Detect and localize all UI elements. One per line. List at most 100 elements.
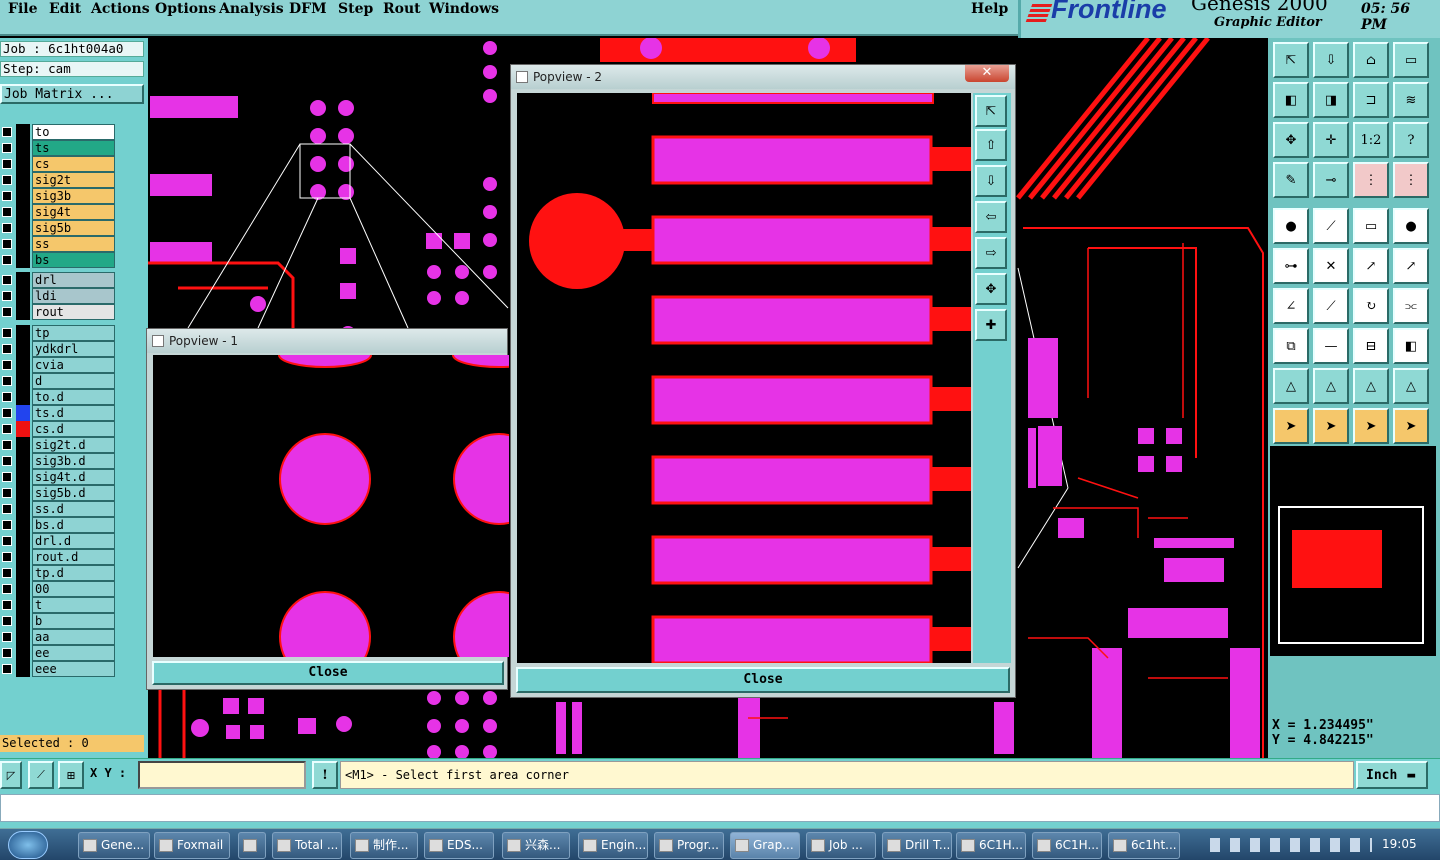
layer-checkbox[interactable]	[2, 255, 12, 265]
layer-checkbox[interactable]	[2, 440, 12, 450]
open-step-icon[interactable]: ⇱	[1273, 42, 1309, 78]
taskbar-button[interactable]: 6C1H...	[1032, 832, 1102, 859]
pan-right-icon[interactable]: ⇨	[975, 237, 1007, 269]
layer-row[interactable]: sig3b	[0, 188, 118, 204]
layer-name[interactable]: 00	[32, 581, 115, 597]
triangle-a-icon[interactable]: △	[1313, 368, 1349, 404]
pan-down-icon[interactable]: ⇩	[975, 165, 1007, 197]
route-alt-icon[interactable]: ⋮	[1393, 162, 1429, 198]
layer-checkbox[interactable]	[2, 664, 12, 674]
layer-name[interactable]: cs.d	[32, 421, 115, 437]
units-selector[interactable]: Inch ▬	[1356, 761, 1428, 789]
taskbar-button[interactable]: Gene...	[78, 832, 150, 859]
layer-row[interactable]: sig4t.d	[0, 469, 118, 485]
layer-row[interactable]: sig4t	[0, 204, 118, 220]
popview-2-titlebar[interactable]: Popview - 2	[511, 65, 1015, 89]
scale-icon[interactable]: 1:2	[1353, 122, 1389, 158]
layer-checkbox[interactable]	[2, 648, 12, 658]
layer-row[interactable]: ts	[0, 140, 118, 156]
layer-checkbox[interactable]	[2, 552, 12, 562]
layer-name[interactable]: t	[32, 597, 115, 613]
taskbar-button[interactable]: EDS...	[424, 832, 494, 859]
menu-rout[interactable]: Rout	[383, 1, 421, 17]
menu-windows[interactable]: Windows	[429, 1, 499, 17]
fit-icon[interactable]: ✥	[1273, 122, 1309, 158]
menu-step[interactable]: Step	[338, 1, 373, 17]
layer-row[interactable]: sig5b	[0, 220, 118, 236]
layer-name[interactable]: cs	[32, 156, 115, 172]
taskbar-button[interactable]: 6C1H...	[956, 832, 1026, 859]
triangle-c-icon[interactable]: △	[1393, 368, 1429, 404]
layer-checkbox[interactable]	[2, 143, 12, 153]
layer-checkbox[interactable]	[2, 520, 12, 530]
layer-row[interactable]: ee	[0, 645, 118, 661]
layer-checkbox[interactable]	[2, 392, 12, 402]
arrow-icon[interactable]: ↗	[1353, 248, 1389, 284]
window-close-icon[interactable]: ✕	[965, 65, 1009, 82]
xy-input[interactable]	[138, 761, 306, 789]
layer-row[interactable]: t	[0, 597, 118, 613]
layer-name[interactable]: ts.d	[32, 405, 115, 421]
taskbar-button[interactable]: Drill T...	[882, 832, 952, 859]
measure-icon[interactable]: ⟋	[28, 761, 54, 789]
pad-icon[interactable]: ●	[1273, 208, 1309, 244]
connect-icon[interactable]: ⊶	[1273, 248, 1309, 284]
layer-name[interactable]: ee	[32, 645, 115, 661]
line-icon[interactable]: ⟋	[1313, 208, 1349, 244]
taskbar-button[interactable]: 6c1ht...	[1108, 832, 1180, 859]
layer-name[interactable]: tp	[32, 325, 115, 341]
menu-options[interactable]: Options	[155, 1, 216, 17]
mirror-icon[interactable]: ⫗	[1393, 288, 1429, 324]
group-icon[interactable]: ◧	[1393, 328, 1429, 364]
zoom-in-icon[interactable]: ✚	[975, 309, 1007, 341]
layer-checkbox[interactable]	[2, 291, 12, 301]
menu-help[interactable]: Help	[971, 1, 1008, 17]
menu-actions[interactable]: Actions	[91, 1, 150, 17]
palette-icon[interactable]: ✎	[1273, 162, 1309, 198]
layer-row[interactable]: sig2t.d	[0, 437, 118, 453]
layer-name[interactable]: bs	[32, 252, 115, 268]
edit-line-icon[interactable]: ∠	[1273, 288, 1309, 324]
pointer-box-icon[interactable]: ➤	[1313, 408, 1349, 444]
overview-map[interactable]	[1278, 506, 1424, 644]
layer-row[interactable]: tp.d	[0, 565, 118, 581]
layer-checkbox[interactable]	[2, 408, 12, 418]
rotate-icon[interactable]: ↻	[1353, 288, 1389, 324]
layer-row[interactable]: d	[0, 373, 118, 389]
layer-checkbox[interactable]	[2, 584, 12, 594]
layer-checkbox[interactable]	[2, 239, 12, 249]
layer-name[interactable]: ldi	[32, 288, 115, 304]
triangle-b-icon[interactable]: △	[1353, 368, 1389, 404]
layer-checkbox[interactable]	[2, 360, 12, 370]
popview-2-close-button[interactable]: Close	[516, 667, 1010, 693]
layer-name[interactable]: drl	[32, 272, 115, 288]
panel-icon[interactable]: ⊐	[1353, 82, 1389, 118]
layer-row[interactable]: to	[0, 124, 118, 140]
layer-name[interactable]: bs.d	[32, 517, 115, 533]
pointer-multi-icon[interactable]: ➤	[1393, 408, 1429, 444]
layer-row[interactable]: sig3b.d	[0, 453, 118, 469]
layer-name[interactable]: ts	[32, 140, 115, 156]
layer-row[interactable]: drl	[0, 272, 118, 288]
layer-checkbox[interactable]	[2, 307, 12, 317]
layer-row[interactable]: b	[0, 613, 118, 629]
layer-checkbox[interactable]	[2, 376, 12, 386]
taskbar-button[interactable]: Engin...	[578, 832, 648, 859]
layer-name[interactable]: eee	[32, 661, 115, 677]
route-icon[interactable]: ⋮	[1353, 162, 1389, 198]
layer-row[interactable]: drl.d	[0, 533, 118, 549]
layer-row[interactable]: ss.d	[0, 501, 118, 517]
layer-row[interactable]: to.d	[0, 389, 118, 405]
menu-edit[interactable]: Edit	[49, 1, 81, 17]
layer-row[interactable]: cs.d	[0, 421, 118, 437]
layer-name[interactable]: aa	[32, 629, 115, 645]
layer-row[interactable]: 00	[0, 581, 118, 597]
layer-row[interactable]: cs	[0, 156, 118, 172]
alert-icon[interactable]: !	[312, 761, 338, 789]
layer-checkbox[interactable]	[2, 632, 12, 642]
popview-2-canvas[interactable]	[517, 93, 971, 663]
layer-name[interactable]: ss.d	[32, 501, 115, 517]
minus-icon[interactable]: —	[1313, 328, 1349, 364]
layer-name[interactable]: sig4t.d	[32, 469, 115, 485]
popview-1-close-button[interactable]: Close	[152, 661, 504, 685]
